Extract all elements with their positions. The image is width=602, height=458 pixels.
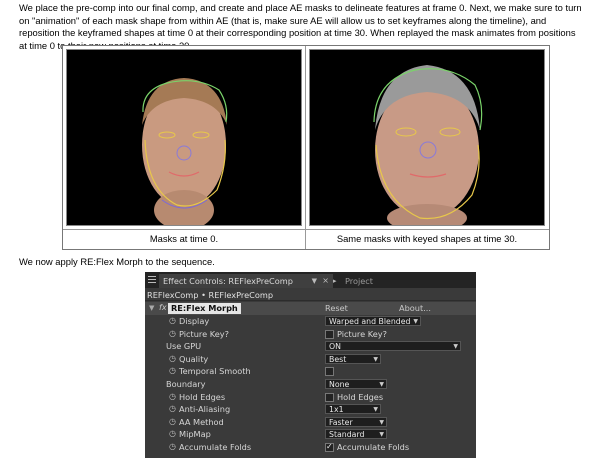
tab-effect-controls[interactable]: Effect Controls: REFlexPreComp ▼ ×	[159, 274, 333, 288]
stopwatch-icon[interactable]: ◷	[169, 429, 178, 438]
property-label: Picture Key?	[179, 328, 229, 339]
stopwatch-icon[interactable]: ◷	[169, 329, 178, 338]
property-row: Use GPU ON ▼	[145, 340, 476, 353]
dropdown-value: Best	[329, 354, 347, 364]
property-dropdown[interactable]: None ▼	[325, 379, 387, 389]
chevron-down-icon: ▼	[373, 406, 378, 414]
chevron-down-icon: ▼	[373, 355, 378, 363]
dropdown-value: Faster	[329, 417, 353, 427]
property-checkbox[interactable]	[325, 329, 334, 339]
property-label: Accumulate Folds	[179, 442, 252, 452]
chevron-down-icon: ▼	[379, 431, 384, 439]
dropdown-value: ON	[329, 342, 341, 352]
expand-triangle-icon[interactable]: ▼	[149, 302, 154, 315]
property-dropdown[interactable]: Standard ▼	[325, 429, 387, 440]
property-row: ◷ Picture Key? Picture Key?	[145, 328, 476, 341]
caption-time30: Same masks with keyed shapes at time 30.	[336, 233, 518, 244]
figure-caption-rule	[63, 229, 549, 230]
comp-breadcrumb: REFlexComp • REFlexPreComp	[145, 289, 476, 301]
property-checkbox[interactable]	[325, 441, 334, 454]
chevron-down-icon: ▼	[379, 418, 384, 426]
property-row: ◷ Anti-Aliasing 1x1 ▼	[145, 403, 476, 416]
property-checkbox[interactable]	[325, 367, 334, 377]
face-image-time0-art	[67, 50, 301, 225]
face-image-time30-art	[310, 50, 544, 225]
panel-menu-icon[interactable]	[148, 276, 156, 284]
property-row: Boundary None ▼	[145, 378, 476, 391]
face-image-time30	[309, 49, 545, 226]
property-dropdown[interactable]: Faster ▼	[325, 416, 387, 427]
dropdown-value: 1x1	[329, 405, 344, 415]
effect-name[interactable]: RE:Flex Morph	[168, 303, 241, 314]
stopwatch-icon[interactable]: ◷	[169, 442, 178, 451]
reset-button[interactable]: Reset	[325, 302, 348, 315]
effect-controls-panel: Effect Controls: REFlexPreComp ▼ × ▸ Pro…	[145, 272, 476, 458]
apply-paragraph: We now apply RE:Flex Morph to the sequen…	[19, 256, 215, 267]
tab-project-label: Project	[345, 276, 374, 286]
property-row: ◷ AA Method Faster ▼	[145, 416, 476, 429]
checkbox-label: Hold Edges	[337, 391, 384, 402]
property-dropdown[interactable]: Best ▼	[325, 353, 381, 364]
property-label: Hold Edges	[179, 391, 226, 402]
property-label: MipMap	[179, 429, 211, 440]
caption-time0: Masks at time 0.	[149, 233, 219, 244]
panel-tabbar: Effect Controls: REFlexPreComp ▼ × ▸ Pro…	[145, 272, 476, 288]
stopwatch-icon[interactable]: ◷	[169, 316, 178, 325]
property-label: Quality	[179, 353, 209, 364]
property-label: AA Method	[179, 416, 224, 427]
property-row: ◷ Temporal Smooth	[145, 365, 476, 378]
property-dropdown[interactable]: Warped and Blended ▼	[325, 316, 421, 326]
checkbox-label: Picture Key?	[337, 328, 387, 339]
property-row: ◷Accumulate FoldsAccumulate Folds	[145, 441, 476, 454]
stopwatch-icon[interactable]: ◷	[169, 354, 178, 363]
property-dropdown[interactable]: 1x1 ▼	[325, 404, 381, 415]
property-label: Temporal Smooth	[179, 366, 251, 377]
effect-header-row: ▼ fx RE:Flex Morph Reset About...	[145, 302, 476, 315]
property-row: ◷ MipMap Standard ▼	[145, 428, 476, 441]
figure-table: Masks at time 0. Same masks with keyed s…	[62, 45, 550, 250]
face-image-time0	[66, 49, 302, 226]
property-dropdown[interactable]: ON ▼	[325, 341, 461, 352]
tab-dropdown-icon[interactable]: ▼	[312, 274, 317, 288]
property-label: Anti-Aliasing	[179, 404, 231, 415]
property-label: Use GPU	[166, 341, 202, 352]
property-label: Boundary	[166, 379, 206, 389]
chevron-down-icon: ▼	[379, 381, 384, 388]
stopwatch-icon[interactable]: ◷	[169, 404, 178, 413]
about-button[interactable]: About...	[399, 302, 431, 315]
chevron-down-icon: ▼	[413, 318, 418, 325]
dropdown-value: None	[329, 380, 350, 389]
property-checkbox[interactable]	[325, 392, 334, 402]
property-row: ◷ Hold Edges Hold Edges	[145, 391, 476, 404]
stopwatch-icon[interactable]: ◷	[169, 417, 178, 426]
stopwatch-icon[interactable]: ◷	[169, 392, 178, 401]
figure-divider	[305, 46, 306, 249]
checkbox-label: Accumulate Folds	[337, 442, 410, 452]
fx-icon[interactable]: fx	[159, 302, 167, 315]
property-row: ◷ Quality Best ▼	[145, 353, 476, 366]
dropdown-value: Warped and Blended	[329, 317, 411, 326]
property-row: ◷ Display Warped and Blended ▼	[145, 315, 476, 328]
property-label: Display	[179, 316, 210, 326]
tab-effect-controls-label: Effect Controls: REFlexPreComp	[163, 276, 293, 286]
stopwatch-icon[interactable]: ◷	[169, 366, 178, 375]
close-icon[interactable]: ×	[322, 274, 329, 288]
tab-project[interactable]: Project	[339, 274, 409, 288]
dropdown-value: Standard	[329, 430, 365, 440]
chevron-down-icon: ▼	[453, 343, 458, 351]
